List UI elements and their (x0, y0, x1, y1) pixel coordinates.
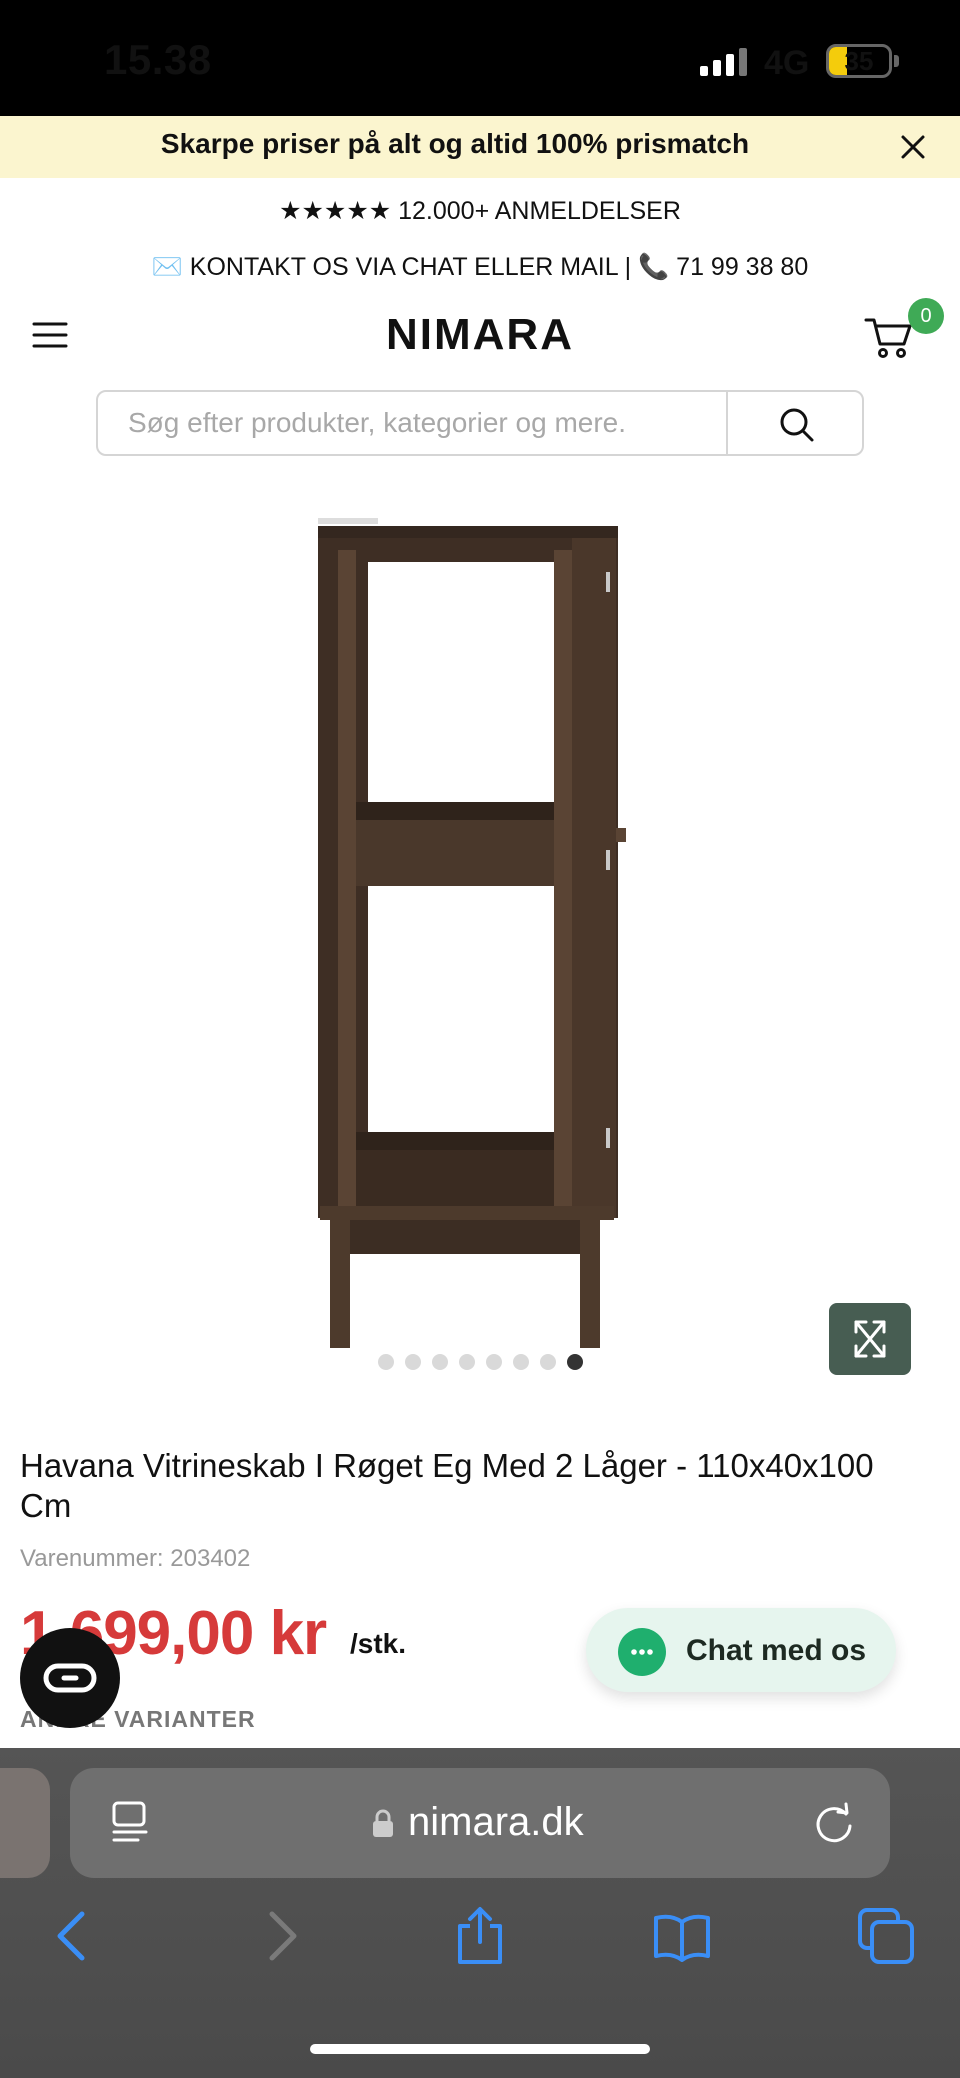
forward-icon[interactable] (250, 1906, 310, 1966)
gallery-dot[interactable] (540, 1354, 556, 1370)
search-input[interactable] (96, 390, 728, 456)
gallery-dot[interactable] (486, 1354, 502, 1370)
search-icon (780, 408, 814, 442)
accessibility-button[interactable] (20, 1628, 120, 1728)
product-image[interactable] (280, 510, 680, 1360)
site-logo[interactable]: NIMARA (0, 310, 960, 360)
tabs-icon[interactable] (856, 1906, 916, 1966)
expand-icon (854, 1320, 886, 1358)
expand-image-button[interactable] (829, 1303, 911, 1375)
gallery-dot[interactable] (378, 1354, 394, 1370)
close-icon[interactable] (896, 130, 930, 164)
cart-count-badge[interactable]: 0 (908, 298, 944, 334)
back-icon[interactable] (44, 1906, 104, 1966)
network-label: 4G (764, 44, 810, 82)
gallery-dot[interactable] (432, 1354, 448, 1370)
chat-icon (618, 1628, 666, 1676)
battery-icon: 35 (826, 44, 892, 78)
price-unit: /stk. (350, 1628, 407, 1659)
previous-tab-preview[interactable] (0, 1768, 50, 1878)
gallery-dot[interactable] (459, 1354, 475, 1370)
gallery-dot[interactable] (567, 1354, 583, 1370)
gallery-dot[interactable] (513, 1354, 529, 1370)
contact-line[interactable]: ✉️ KONTAKT OS VIA CHAT ELLER MAIL | 📞 71… (0, 253, 960, 282)
promo-text: Skarpe priser på alt og altid 100% prism… (160, 128, 750, 159)
lock-icon (373, 1809, 393, 1837)
product-sku: Varenummer: 203402 (20, 1545, 251, 1572)
gallery-dots[interactable] (378, 1354, 583, 1370)
reload-icon[interactable] (812, 1802, 856, 1846)
bookmarks-icon[interactable] (652, 1906, 712, 1966)
url-text[interactable]: nimara.dk (408, 1800, 584, 1845)
battery-level: 35 (844, 46, 874, 76)
reader-mode-icon[interactable] (110, 1800, 150, 1844)
product-title: Havana Vitrineskab I Røget Eg Med 2 Låge… (20, 1447, 874, 1524)
search-button[interactable] (726, 390, 864, 456)
reviews-line: ★★★★★ 12.000+ ANMELDELSER (279, 197, 681, 225)
share-icon[interactable] (450, 1906, 510, 1966)
chat-label[interactable]: Chat med os (686, 1634, 866, 1668)
link-icon (43, 1663, 97, 1693)
home-indicator[interactable] (310, 2044, 650, 2054)
gallery-dot[interactable] (405, 1354, 421, 1370)
status-time: 15.38 (104, 36, 212, 83)
battery-tip (894, 55, 899, 67)
cart-icon[interactable] (864, 312, 914, 360)
signal-icon (700, 48, 747, 76)
